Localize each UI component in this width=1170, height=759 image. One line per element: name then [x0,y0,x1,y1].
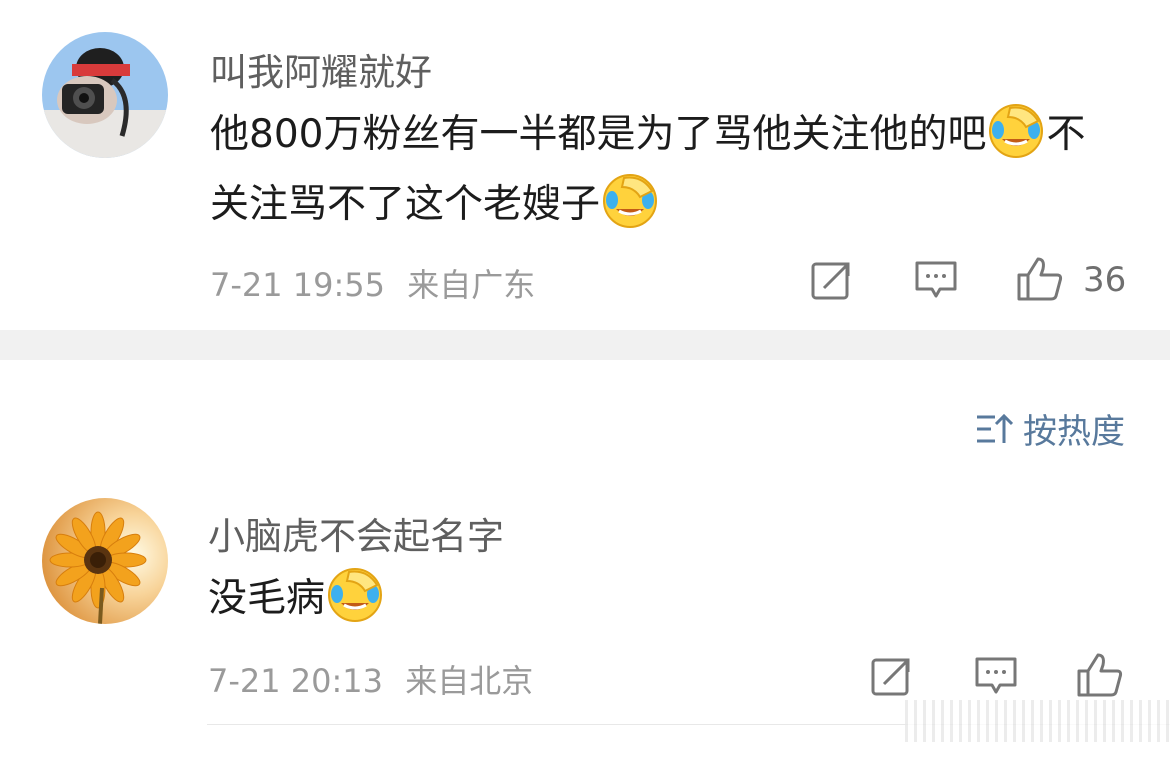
avatar-ayao[interactable] [42,32,168,158]
sort-icon [977,413,1013,443]
comment-username[interactable]: 叫我阿耀就好 [210,42,432,96]
like-icon[interactable] [1076,652,1124,698]
comment-icon[interactable] [914,260,958,300]
sunflower-avatar-icon [42,498,168,624]
avatar-xiaonaohu[interactable] [42,498,168,624]
comment-text-part: 他800万粉丝有一半都是为了骂他关注他的吧 [210,112,987,157]
sort-by-hot-button[interactable]: 按热度 [975,404,1125,453]
comment-location: 来自广东 [407,266,536,304]
comment-time: 7-21 20:13 [208,662,384,700]
comment-time: 7-21 19:55 [210,266,386,304]
laughing-crying-emoji-icon [327,567,383,623]
laughing-crying-emoji-icon [602,173,658,229]
like-icon[interactable] [1016,256,1064,302]
section-separator [0,330,1170,360]
comment-text: 没毛病 [208,564,385,634]
comment-meta: 7-21 20:13 来自北京 [208,656,533,702]
comment-location: 来自北京 [405,662,534,700]
laughing-crying-emoji-icon [988,103,1044,159]
like-count: 36 [1083,260,1127,300]
comment-username[interactable]: 小脑虎不会起名字 [208,506,504,560]
comment-text-part: 没毛病 [208,576,326,621]
photographer-avatar-icon [42,32,168,158]
comment-text: 他800万粉丝有一半都是为了骂他关注他的吧 不关注骂不了这个老嫂子 [210,100,1090,240]
sort-label: 按热度 [1023,412,1125,452]
share-icon[interactable] [870,654,914,698]
share-icon[interactable] [810,258,854,302]
faded-text-artifact [905,700,1170,742]
comment-meta: 7-21 19:55 来自广东 [210,260,535,306]
comment-icon[interactable] [974,656,1018,696]
